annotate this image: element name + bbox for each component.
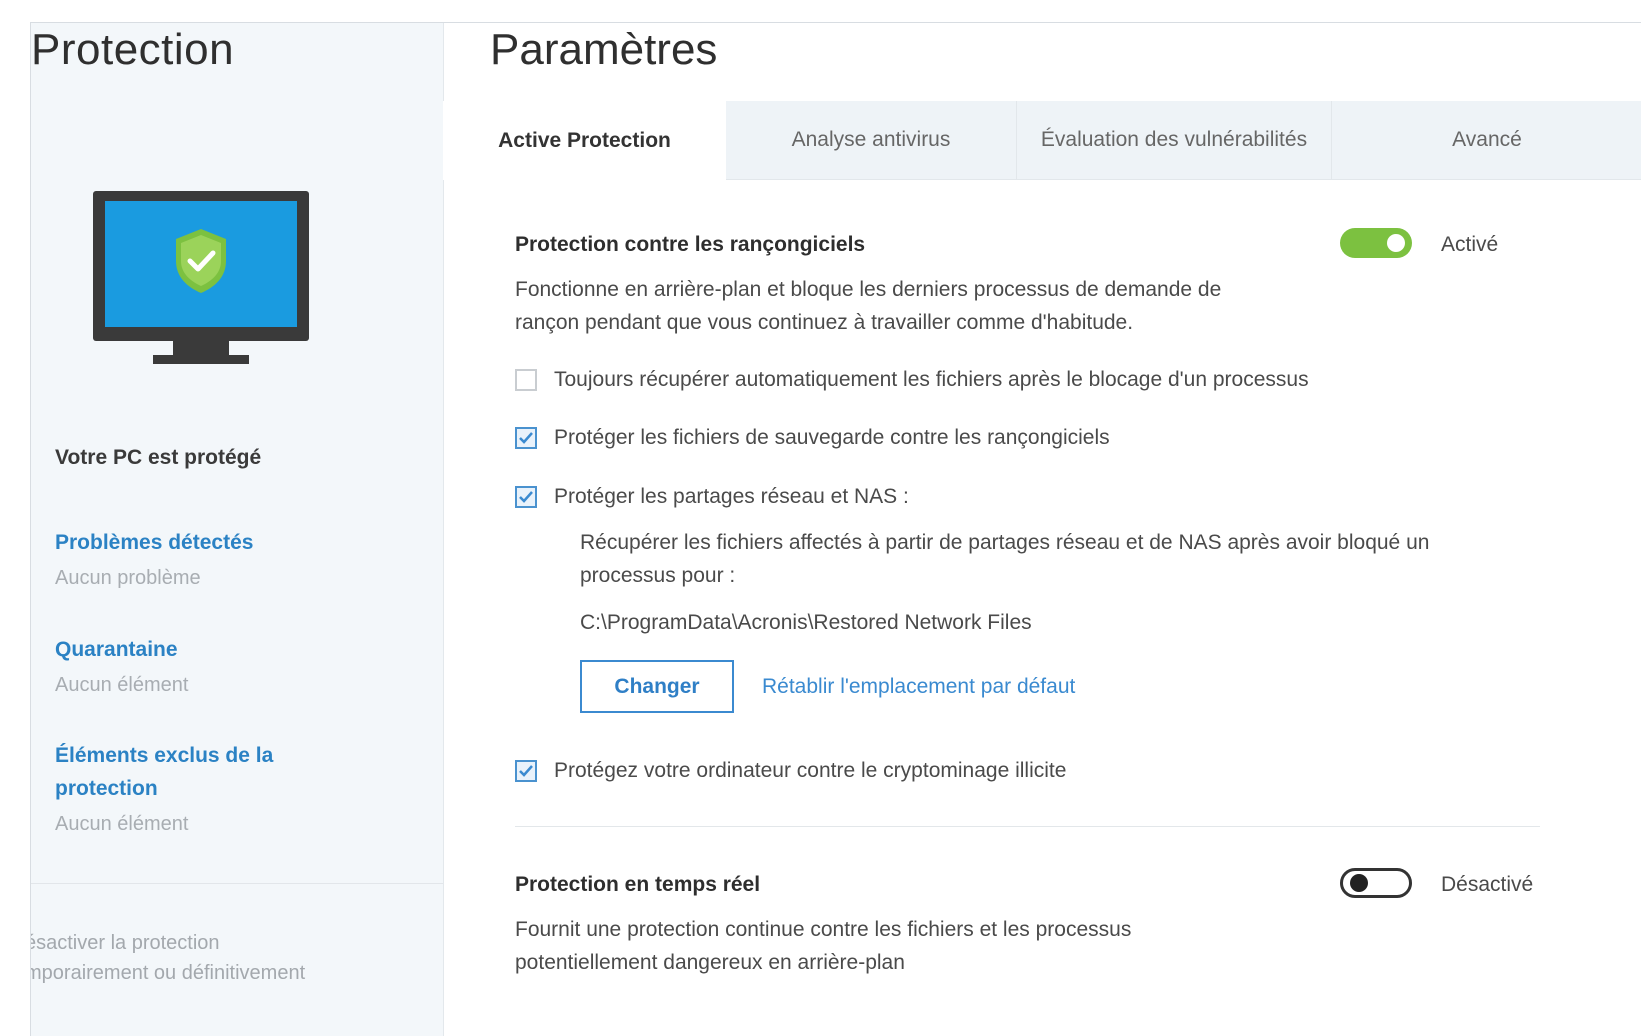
page-title: Paramètres: [490, 25, 718, 74]
section-divider: [515, 826, 1540, 827]
option-protect-backups[interactable]: Protéger les fichiers de sauvegarde cont…: [515, 424, 1110, 452]
excluded-items-link[interactable]: Éléments exclus de la protection: [55, 739, 305, 805]
disable-protection-link[interactable]: ésactiver la protection mporairement ou …: [31, 928, 395, 988]
option-protect-backups-label: Protéger les fichiers de sauvegarde cont…: [554, 426, 1110, 449]
sidebar: Protection Votre PC est protégé Problème…: [31, 23, 444, 1036]
checkmark-icon: [519, 432, 533, 444]
pc-status-text: Votre PC est protégé: [55, 446, 262, 469]
ransomware-toggle-label: Activé: [1441, 233, 1499, 256]
realtime-description: Fournit une protection continue contre l…: [515, 918, 1132, 974]
option-cryptomining[interactable]: Protégez votre ordinateur contre le cryp…: [515, 757, 1066, 785]
tab-advanced[interactable]: Avancé: [1332, 101, 1641, 179]
tab-bar: Active Protection Analyse antivirus Éval…: [443, 101, 1641, 180]
tab-active-protection[interactable]: Active Protection: [443, 101, 726, 180]
tab-vulnerability-assessment[interactable]: Évaluation des vulnérabilités: [1017, 101, 1331, 179]
checkbox-protect-network[interactable]: [515, 486, 537, 508]
checkbox-protect-backups[interactable]: [515, 427, 537, 449]
checkmark-icon: [519, 491, 533, 503]
option-auto-recover-label: Toujours récupérer automatiquement les f…: [554, 368, 1309, 391]
quarantine-count: Aucun élément: [55, 674, 189, 696]
ransomware-section-title: Protection contre les rançongiciels: [515, 233, 866, 256]
app-window: Protection Votre PC est protégé Problème…: [30, 22, 1641, 1036]
recover-files-description: Récupérer les fichiers affectés à partir…: [580, 531, 1430, 587]
main-panel: Paramètres Active Protection Analyse ant…: [443, 23, 1641, 1036]
detected-problems-count: Aucun problème: [55, 567, 201, 589]
ransomware-toggle[interactable]: [1340, 228, 1412, 258]
reset-default-location-link[interactable]: Rétablir l'emplacement par défaut: [762, 675, 1075, 699]
change-location-button[interactable]: Changer: [580, 660, 734, 713]
restore-path: C:\ProgramData\Acronis\Restored Network …: [580, 611, 1032, 634]
detected-problems-link[interactable]: Problèmes détectés: [55, 526, 375, 559]
toggle-knob: [1387, 234, 1405, 252]
sidebar-divider: [31, 883, 443, 884]
ransomware-description: Fonctionne en arrière-plan et bloque les…: [515, 278, 1222, 334]
option-protect-network-label: Protéger les partages réseau et NAS :: [554, 485, 909, 508]
realtime-toggle[interactable]: [1340, 868, 1412, 898]
sidebar-title: Protection: [31, 25, 235, 74]
option-auto-recover[interactable]: Toujours récupérer automatiquement les f…: [515, 366, 1309, 394]
option-protect-network[interactable]: Protéger les partages réseau et NAS :: [515, 483, 909, 511]
realtime-section-title: Protection en temps réel: [515, 873, 761, 896]
protected-monitor-icon: [93, 191, 309, 376]
checkbox-cryptomining[interactable]: [515, 760, 537, 782]
tab-antivirus-scan[interactable]: Analyse antivirus: [726, 101, 1016, 179]
checkbox-auto-recover[interactable]: [515, 369, 537, 391]
toggle-knob: [1350, 874, 1368, 892]
realtime-toggle-label: Désactivé: [1441, 873, 1534, 896]
quarantine-link[interactable]: Quarantaine: [55, 633, 375, 666]
option-cryptomining-label: Protégez votre ordinateur contre le cryp…: [554, 759, 1067, 782]
excluded-items-count: Aucun élément: [55, 813, 189, 835]
checkmark-icon: [519, 765, 533, 777]
